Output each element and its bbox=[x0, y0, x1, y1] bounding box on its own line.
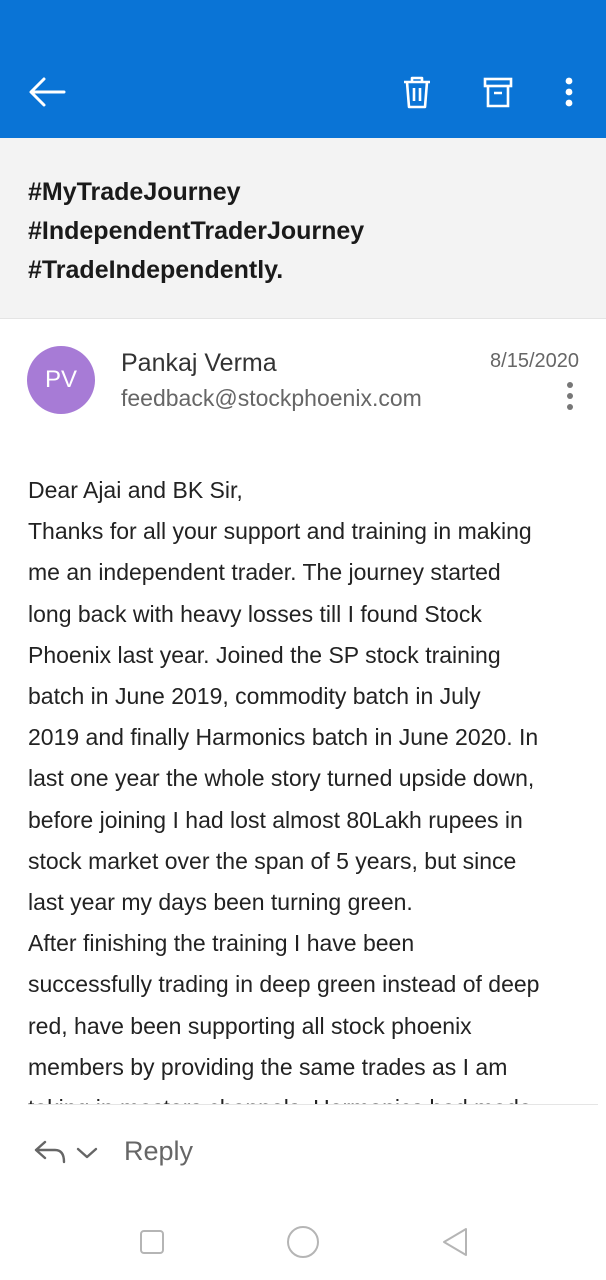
body-line: red, have been supporting all stock phoe… bbox=[28, 1012, 472, 1039]
body-line: Phoenix last year. Joined the SP stock t… bbox=[28, 641, 501, 668]
message-body: Dear Ajai and BK Sir, Thanks for all you… bbox=[28, 470, 588, 1104]
circle-icon[interactable] bbox=[281, 1220, 325, 1264]
body-line: 2019 and finally Harmonics batch in June… bbox=[28, 724, 539, 751]
message-date: 8/15/2020 bbox=[490, 350, 579, 372]
more-vertical-icon[interactable] bbox=[547, 70, 591, 114]
sender-email: feedback@stockphoenix.com bbox=[121, 385, 422, 411]
arrow-left-icon[interactable] bbox=[25, 70, 69, 114]
avatar[interactable]: PV bbox=[27, 346, 95, 414]
subject-line: #TradeIndependently. bbox=[28, 256, 284, 284]
body-line: After finishing the training I have been bbox=[28, 930, 415, 957]
triangle-back-icon[interactable] bbox=[433, 1220, 477, 1264]
body-line: batch in June 2019, commodity batch in J… bbox=[28, 683, 481, 710]
body-line: long back with heavy losses till I found… bbox=[28, 600, 482, 627]
message-more-icon[interactable] bbox=[558, 378, 582, 414]
body-line: me an independent trader. The journey st… bbox=[28, 559, 501, 586]
chevron-down-icon[interactable] bbox=[72, 1140, 102, 1166]
body-line: last one year the whole story turned ups… bbox=[28, 765, 535, 792]
body-line: successfully trading in deep green inste… bbox=[28, 971, 540, 998]
subject-line: #MyTradeJourney bbox=[28, 178, 241, 206]
body-line: members by providing the same trades as … bbox=[28, 1053, 508, 1080]
body-line: Dear Ajai and BK Sir, bbox=[28, 477, 243, 503]
body-line: before joining I had lost almost 80Lakh … bbox=[28, 806, 523, 833]
archive-icon[interactable] bbox=[476, 70, 520, 114]
body-line: last year my days been turning green. bbox=[28, 889, 413, 916]
reply-icon[interactable] bbox=[30, 1134, 70, 1170]
body-line: stock market over the span of 5 years, b… bbox=[28, 847, 517, 874]
trash-icon[interactable] bbox=[395, 70, 439, 114]
divider bbox=[28, 1104, 598, 1105]
subject-line: #IndependentTraderJourney bbox=[28, 217, 365, 245]
reply-button[interactable]: Reply bbox=[124, 1136, 193, 1167]
app-toolbar bbox=[0, 0, 606, 138]
sender-name: Pankaj Verma bbox=[121, 349, 277, 377]
email-subject: #MyTradeJourney #IndependentTraderJourne… bbox=[0, 138, 606, 319]
body-line: Thanks for all your support and training… bbox=[28, 518, 532, 545]
square-icon[interactable] bbox=[130, 1220, 174, 1264]
body-line: taking in masters channels. Harmonics ha… bbox=[28, 1088, 588, 1104]
